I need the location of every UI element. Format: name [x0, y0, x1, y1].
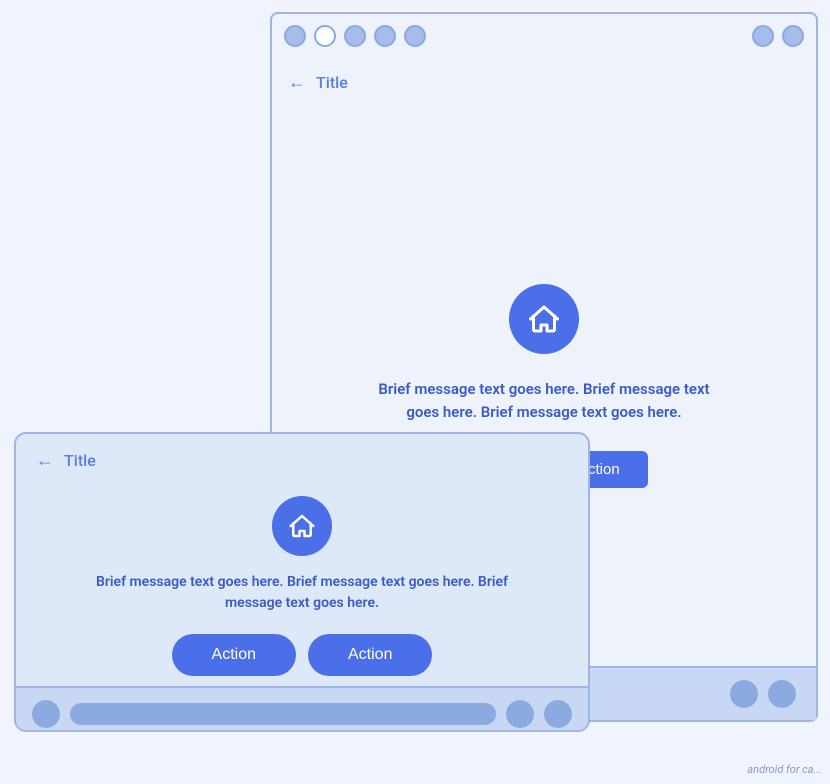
home-icon-circle — [509, 284, 579, 354]
status-dots-right — [752, 25, 804, 47]
front-bottom-dot-3 — [544, 700, 572, 728]
bottom-nav-dot-2 — [768, 680, 796, 708]
status-dot-5 — [404, 25, 426, 47]
front-screen-content: Brief message text goes here. Brief mess… — [16, 486, 588, 686]
back-screen-nav-bar: ← Title — [272, 58, 816, 106]
front-screen: ← Title Brief message text goes here. Br… — [14, 432, 590, 732]
home-icon — [526, 301, 562, 337]
front-bottom-dot-1 — [32, 700, 60, 728]
back-screen-title: Title — [316, 73, 348, 92]
front-screen-message: Brief message text goes here. Brief mess… — [82, 572, 522, 614]
front-bottom-dot-2 — [506, 700, 534, 728]
front-screen-actions: Action Action — [172, 634, 433, 676]
status-dot-1 — [284, 25, 306, 47]
bottom-nav-dot-1 — [730, 680, 758, 708]
front-screen-action1-button[interactable]: Action — [172, 634, 296, 676]
back-arrow-icon[interactable]: ← — [288, 72, 306, 93]
front-screen-title: Title — [64, 451, 96, 470]
front-back-arrow-icon[interactable]: ← — [36, 450, 54, 471]
status-dot-right-1 — [752, 25, 774, 47]
status-dot-4 — [374, 25, 396, 47]
status-dots-left — [284, 25, 426, 47]
front-screen-action2-button[interactable]: Action — [308, 634, 432, 676]
front-bottom-pill — [70, 703, 496, 725]
status-dot-right-2 — [782, 25, 804, 47]
status-dot-3 — [344, 25, 366, 47]
status-bar — [272, 14, 816, 58]
front-screen-bottom-nav — [16, 686, 588, 732]
status-dot-2 — [314, 25, 336, 47]
front-home-icon-circle — [272, 496, 332, 556]
watermark: android for ca... — [747, 763, 822, 776]
back-screen-message: Brief message text goes here. Brief mess… — [374, 378, 714, 423]
front-screen-nav-bar: ← Title — [16, 434, 588, 486]
front-home-icon — [287, 511, 317, 541]
